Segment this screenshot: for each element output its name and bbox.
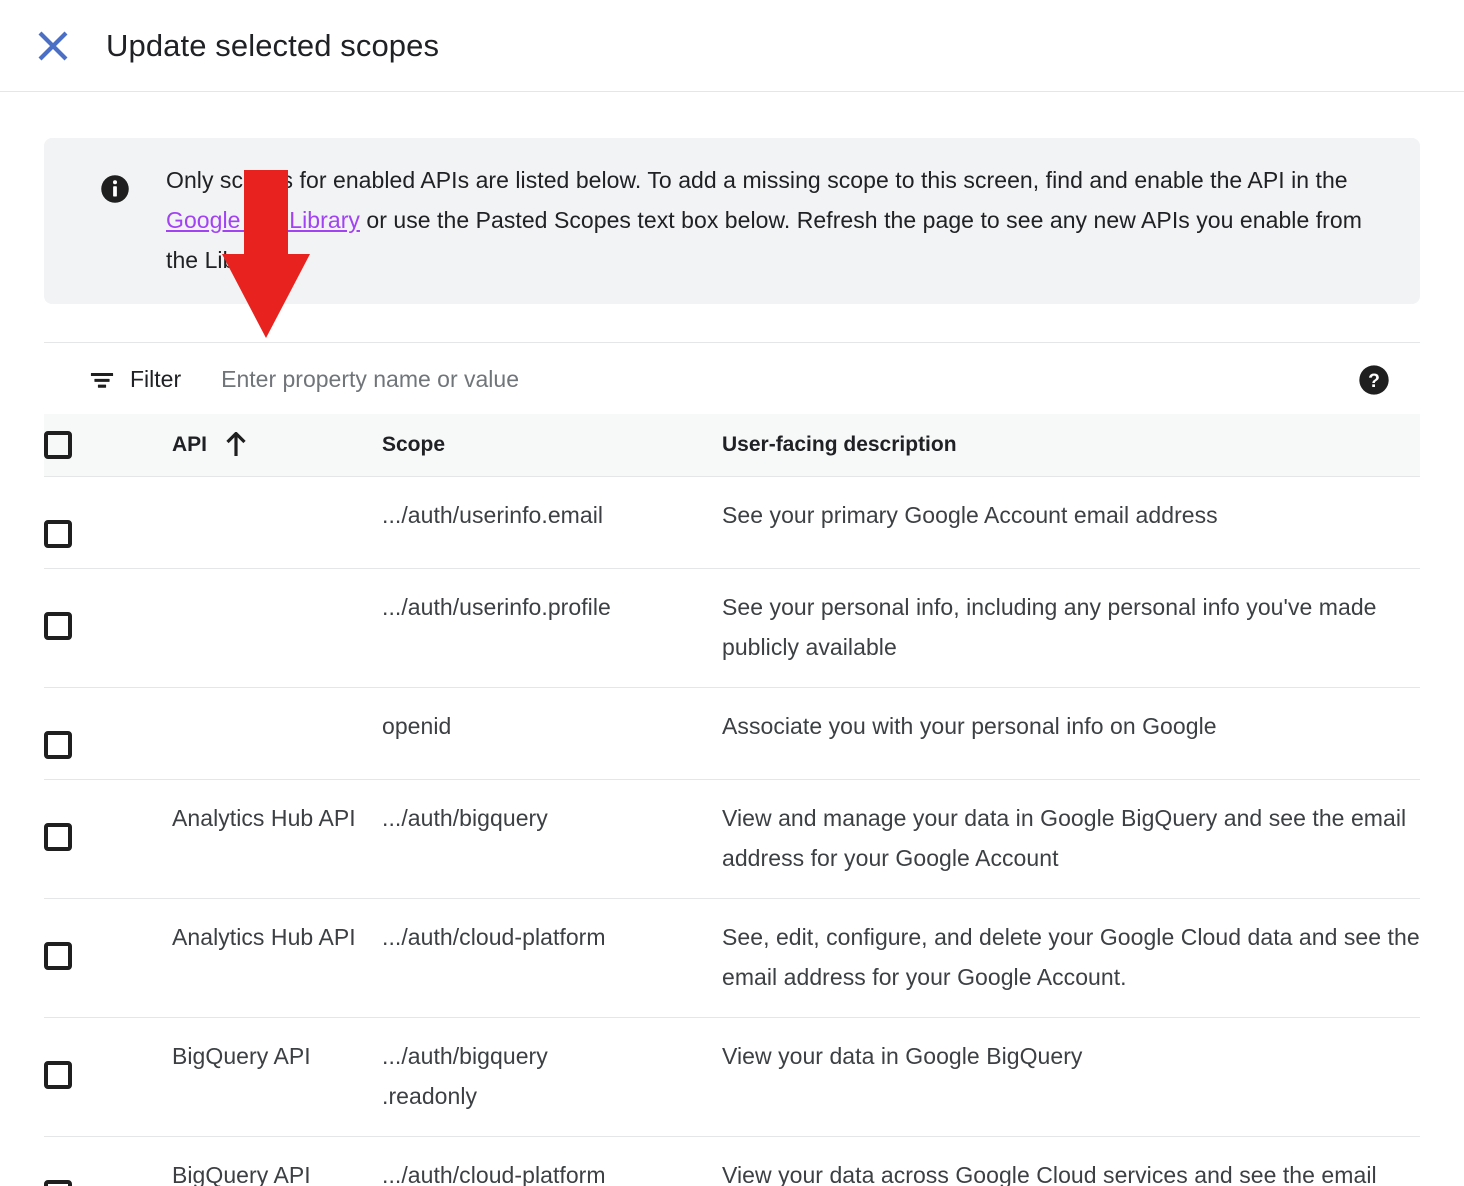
row-api [172,568,382,687]
filter-icon[interactable] [88,366,116,394]
column-header-scope[interactable]: Scope [382,414,722,476]
help-icon[interactable]: ? [1358,364,1390,396]
page-title: Update selected scopes [106,28,439,64]
filter-bar: Filter ? [44,342,1420,414]
row-checkbox[interactable] [44,731,72,759]
close-icon[interactable] [30,23,76,69]
table-row[interactable]: .../auth/userinfo.email See your primary… [44,476,1420,568]
table-body: .../auth/userinfo.email See your primary… [44,476,1420,1186]
column-header-api-label: API [172,433,207,457]
row-scope: .../auth/cloud-platform [382,898,722,1017]
row-checkbox-cell [44,1136,172,1186]
row-checkbox[interactable] [44,1061,72,1089]
info-banner: Only scopes for enabled APIs are listed … [44,138,1420,304]
arrow-up-icon [225,432,247,458]
row-checkbox[interactable] [44,520,72,548]
row-description: View and manage your data in Google BigQ… [722,779,1420,898]
info-icon [100,174,130,204]
table-row[interactable]: Analytics Hub API .../auth/bigquery View… [44,779,1420,898]
row-scope-line1: .../auth/cloud-platform [382,1155,722,1186]
row-checkbox[interactable] [44,823,72,851]
scopes-table: API Scope User-facing description [44,414,1420,1186]
column-header-api[interactable]: API [172,414,382,476]
row-description: View your data across Google Cloud servi… [722,1136,1420,1186]
row-scope-line2: .readonly [382,1076,722,1116]
row-scope-line1: .../auth/userinfo.email [382,495,722,535]
svg-text:?: ? [1368,370,1380,391]
google-api-library-link[interactable]: Google API Library [166,207,360,233]
row-scope: .../auth/bigquery [382,779,722,898]
row-api: Analytics Hub API [172,898,382,1017]
dialog-header: Update selected scopes [0,0,1464,92]
row-scope-line1: .../auth/userinfo.profile [382,587,722,627]
select-all-checkbox[interactable] [44,431,72,459]
select-all-cell [44,414,172,476]
update-scopes-dialog: Update selected scopes Only scopes for e… [0,0,1464,1186]
column-header-description[interactable]: User-facing description [722,414,1420,476]
row-description: View your data in Google BigQuery [722,1017,1420,1136]
table-header-row: API Scope User-facing description [44,414,1420,476]
row-checkbox-cell [44,898,172,1017]
row-description: Associate you with your personal info on… [722,687,1420,779]
banner-text-before-link: Only scopes for enabled APIs are listed … [166,167,1348,193]
row-scope: .../auth/cloud-platform .read-only [382,1136,722,1186]
row-checkbox-cell [44,1017,172,1136]
row-checkbox[interactable] [44,942,72,970]
row-api: BigQuery API [172,1017,382,1136]
row-api [172,476,382,568]
row-checkbox[interactable] [44,612,72,640]
table-header: API Scope User-facing description [44,414,1420,476]
row-scope: .../auth/bigquery .readonly [382,1017,722,1136]
row-description: See your primary Google Account email ad… [722,476,1420,568]
row-scope-line1: .../auth/bigquery [382,798,722,838]
row-scope-line1: .../auth/bigquery [382,1036,722,1076]
row-checkbox-cell [44,568,172,687]
table-row[interactable]: BigQuery API .../auth/cloud-platform .re… [44,1136,1420,1186]
info-banner-text: Only scopes for enabled APIs are listed … [166,160,1366,280]
table-row[interactable]: Analytics Hub API .../auth/cloud-platfor… [44,898,1420,1017]
row-checkbox[interactable] [44,1180,72,1186]
row-scope: .../auth/userinfo.profile [382,568,722,687]
row-scope-line1: openid [382,706,722,746]
row-checkbox-cell [44,476,172,568]
row-api: Analytics Hub API [172,779,382,898]
info-banner-container: Only scopes for enabled APIs are listed … [0,92,1464,304]
table-row[interactable]: openid Associate you with your personal … [44,687,1420,779]
row-checkbox-cell [44,779,172,898]
row-scope-line1: .../auth/cloud-platform [382,917,722,957]
row-checkbox-cell [44,687,172,779]
filter-label[interactable]: Filter [130,366,181,393]
row-scope: openid [382,687,722,779]
filter-input[interactable] [221,360,1358,400]
row-scope: .../auth/userinfo.email [382,476,722,568]
table-row[interactable]: BigQuery API .../auth/bigquery .readonly… [44,1017,1420,1136]
row-api: BigQuery API [172,1136,382,1186]
row-description: See your personal info, including any pe… [722,568,1420,687]
table-row[interactable]: .../auth/userinfo.profile See your perso… [44,568,1420,687]
row-description: See, edit, configure, and delete your Go… [722,898,1420,1017]
row-api [172,687,382,779]
